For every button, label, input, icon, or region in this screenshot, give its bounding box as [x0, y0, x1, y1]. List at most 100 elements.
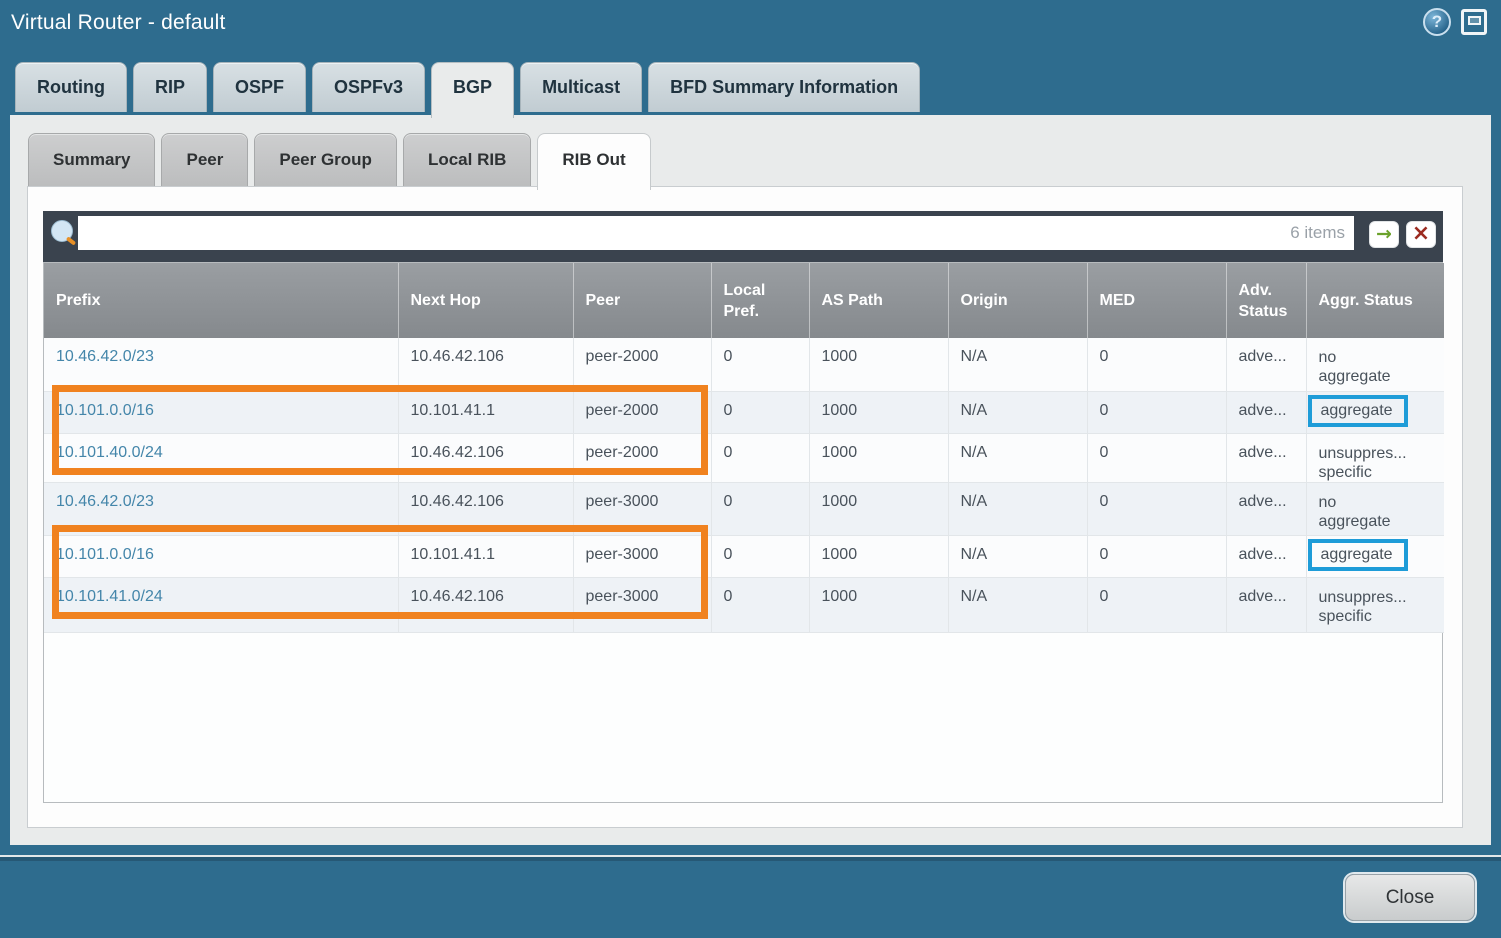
- prefix-cell[interactable]: 10.101.0.0/16: [44, 535, 398, 577]
- adv-status-cell: adve...: [1226, 535, 1306, 577]
- as-path-cell: 1000: [809, 482, 948, 535]
- as-path-cell: 1000: [809, 535, 948, 577]
- tab-ospfv3[interactable]: OSPFv3: [312, 62, 425, 112]
- origin-cell: N/A: [948, 338, 1087, 391]
- search-input-wrap: 6 items: [78, 216, 1354, 250]
- clear-filter-button[interactable]: ×: [1406, 221, 1436, 248]
- as-path-cell: 1000: [809, 433, 948, 482]
- med-cell: 0: [1087, 535, 1226, 577]
- next-hop-cell: 10.46.42.106: [398, 433, 573, 482]
- origin-cell: N/A: [948, 535, 1087, 577]
- prefix-cell[interactable]: 10.46.42.0/23: [44, 482, 398, 535]
- col-header-as-path[interactable]: AS Path: [809, 263, 948, 338]
- aggr-status-cell: aggregate: [1306, 391, 1444, 433]
- rib-out-table: Prefix Next Hop Peer LocalPref. AS Path …: [43, 262, 1443, 803]
- subtab-peer-group[interactable]: Peer Group: [254, 133, 397, 186]
- local-pref-cell: 0: [711, 338, 809, 391]
- peer-cell: peer-3000: [573, 482, 711, 535]
- local-pref-cell: 0: [711, 577, 809, 632]
- table-header-row: Prefix Next Hop Peer LocalPref. AS Path …: [44, 263, 1444, 338]
- next-hop-cell: 10.46.42.106: [398, 338, 573, 391]
- tab-rip[interactable]: RIP: [133, 62, 207, 112]
- subtab-local-rib[interactable]: Local RIB: [403, 133, 531, 186]
- aggregate-highlight-box: aggregate: [1308, 395, 1408, 427]
- next-hop-cell: 10.101.41.1: [398, 391, 573, 433]
- col-header-adv-status[interactable]: Adv.Status: [1226, 263, 1306, 338]
- tab-ospf[interactable]: OSPF: [213, 62, 306, 112]
- peer-cell: peer-2000: [573, 391, 711, 433]
- peer-cell: peer-3000: [573, 577, 711, 632]
- popout-window-icon[interactable]: [1461, 9, 1487, 35]
- prefix-cell[interactable]: 10.101.0.0/16: [44, 391, 398, 433]
- table-row[interactable]: 10.101.40.0/24 10.46.42.106 peer-2000 0 …: [44, 433, 1444, 482]
- as-path-cell: 1000: [809, 577, 948, 632]
- subtab-summary[interactable]: Summary: [28, 133, 155, 186]
- items-count-label: 6 items: [1290, 223, 1354, 243]
- help-icon[interactable]: ?: [1423, 8, 1451, 36]
- peer-cell: peer-2000: [573, 433, 711, 482]
- table-row[interactable]: 10.101.0.0/16 10.101.41.1 peer-3000 0 10…: [44, 535, 1444, 577]
- table-row[interactable]: 10.101.41.0/24 10.46.42.106 peer-3000 0 …: [44, 577, 1444, 632]
- med-cell: 0: [1087, 338, 1226, 391]
- main-tab-bar: Routing RIP OSPF OSPFv3 BGP Multicast BF…: [15, 62, 920, 118]
- med-cell: 0: [1087, 391, 1226, 433]
- prefix-cell[interactable]: 10.46.42.0/23: [44, 338, 398, 391]
- col-header-origin[interactable]: Origin: [948, 263, 1087, 338]
- adv-status-cell: adve...: [1226, 482, 1306, 535]
- tab-bfd-summary[interactable]: BFD Summary Information: [648, 62, 920, 112]
- table-row[interactable]: 10.101.0.0/16 10.101.41.1 peer-2000 0 10…: [44, 391, 1444, 433]
- aggregate-highlight-box: aggregate: [1308, 539, 1408, 571]
- local-pref-cell: 0: [711, 391, 809, 433]
- adv-status-cell: adve...: [1226, 391, 1306, 433]
- subtab-rib-out[interactable]: RIB Out: [537, 133, 650, 190]
- search-icon: [51, 220, 73, 242]
- origin-cell: N/A: [948, 391, 1087, 433]
- col-header-aggr-status[interactable]: Aggr. Status: [1306, 263, 1444, 338]
- prefix-cell[interactable]: 10.101.40.0/24: [44, 433, 398, 482]
- col-header-peer[interactable]: Peer: [573, 263, 711, 338]
- aggr-status-cell: noaggregate: [1306, 482, 1444, 535]
- peer-cell: peer-2000: [573, 338, 711, 391]
- col-header-next-hop[interactable]: Next Hop: [398, 263, 573, 338]
- med-cell: 0: [1087, 433, 1226, 482]
- as-path-cell: 1000: [809, 391, 948, 433]
- next-hop-cell: 10.46.42.106: [398, 577, 573, 632]
- col-header-prefix[interactable]: Prefix: [44, 263, 398, 338]
- tab-bgp[interactable]: BGP: [431, 62, 514, 118]
- local-pref-cell: 0: [711, 433, 809, 482]
- dialog-title: Virtual Router - default: [11, 11, 226, 35]
- col-header-local-pref[interactable]: LocalPref.: [711, 263, 809, 338]
- origin-cell: N/A: [948, 433, 1087, 482]
- prefix-cell[interactable]: 10.101.41.0/24: [44, 577, 398, 632]
- apply-filter-button[interactable]: →: [1369, 221, 1399, 248]
- adv-status-cell: adve...: [1226, 577, 1306, 632]
- popout-window-pane: [1468, 16, 1481, 25]
- virtual-router-dialog: Virtual Router - default ? Routing RIP O…: [0, 0, 1501, 938]
- adv-status-cell: adve...: [1226, 338, 1306, 391]
- as-path-cell: 1000: [809, 338, 948, 391]
- local-pref-cell: 0: [711, 535, 809, 577]
- tab-routing[interactable]: Routing: [15, 62, 127, 112]
- table-row[interactable]: 10.46.42.0/23 10.46.42.106 peer-3000 0 1…: [44, 482, 1444, 535]
- adv-status-cell: adve...: [1226, 433, 1306, 482]
- table-row[interactable]: 10.46.42.0/23 10.46.42.106 peer-2000 0 1…: [44, 338, 1444, 391]
- local-pref-cell: 0: [711, 482, 809, 535]
- origin-cell: N/A: [948, 577, 1087, 632]
- aggr-status-cell: aggregate: [1306, 535, 1444, 577]
- bgp-sub-tab-bar: Summary Peer Peer Group Local RIB RIB Ou…: [28, 133, 651, 190]
- col-header-med[interactable]: MED: [1087, 263, 1226, 338]
- aggr-status-cell: noaggregate: [1306, 338, 1444, 391]
- tab-multicast[interactable]: Multicast: [520, 62, 642, 112]
- next-hop-cell: 10.101.41.1: [398, 535, 573, 577]
- aggr-status-cell: unsuppres...specific: [1306, 433, 1444, 482]
- close-button[interactable]: Close: [1345, 874, 1475, 921]
- footer-divider-shadow: [0, 857, 1501, 861]
- origin-cell: N/A: [948, 482, 1087, 535]
- med-cell: 0: [1087, 482, 1226, 535]
- med-cell: 0: [1087, 577, 1226, 632]
- aggr-status-cell: unsuppres...specific: [1306, 577, 1444, 632]
- peer-cell: peer-3000: [573, 535, 711, 577]
- filter-bar: 6 items → ×: [43, 211, 1443, 262]
- search-input[interactable]: [78, 216, 1290, 250]
- subtab-peer[interactable]: Peer: [161, 133, 248, 186]
